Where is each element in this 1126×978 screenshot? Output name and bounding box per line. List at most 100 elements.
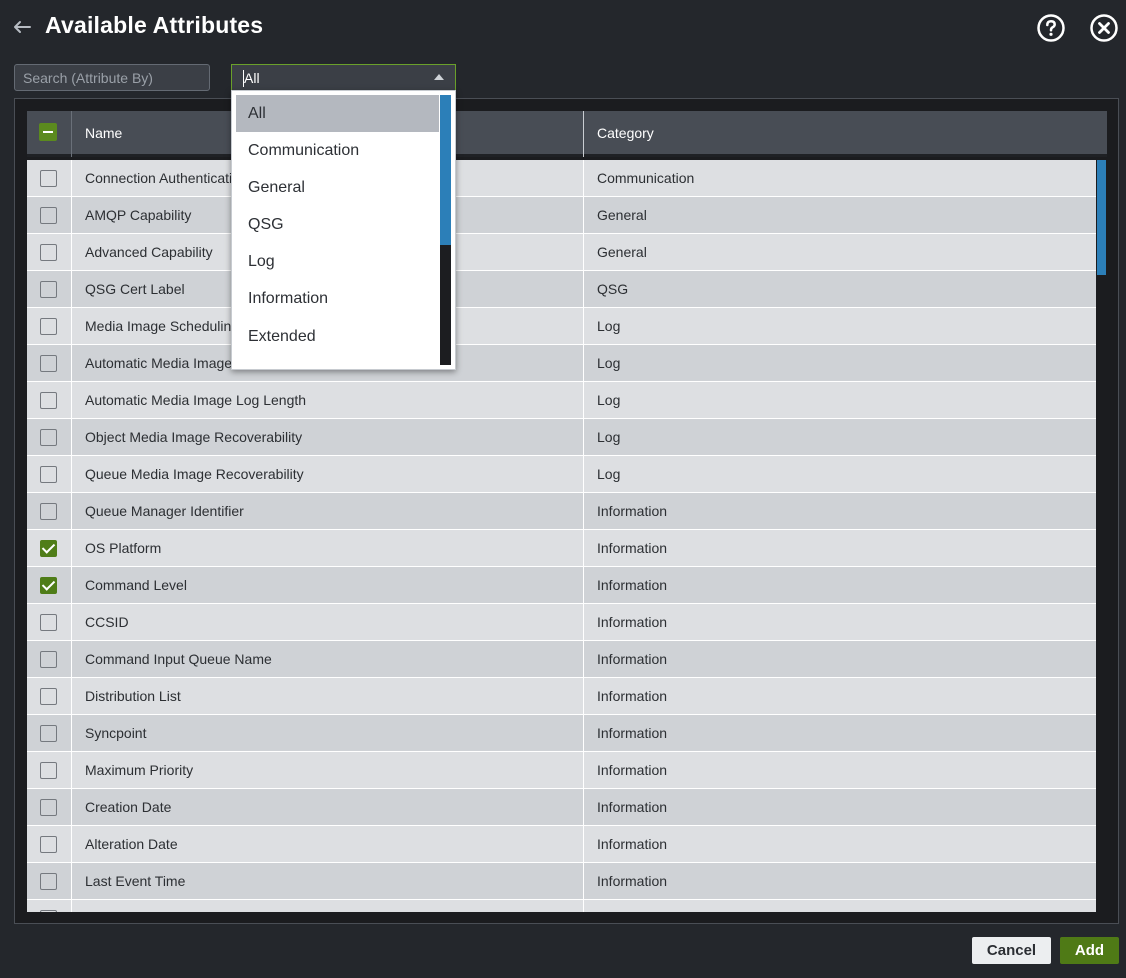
column-divider bbox=[583, 493, 584, 530]
cell-name: Queue Media Image Recoverability bbox=[85, 466, 304, 482]
scrollbar-thumb[interactable] bbox=[1097, 160, 1106, 275]
cell-category: Log bbox=[597, 355, 621, 371]
table-row[interactable]: Media Image Scheduling Log bbox=[27, 308, 1096, 345]
cell-category: Information bbox=[597, 799, 668, 815]
column-divider bbox=[71, 234, 72, 271]
row-checkbox[interactable] bbox=[40, 355, 57, 372]
row-checkbox[interactable] bbox=[40, 910, 57, 912]
cell-category: Information bbox=[597, 614, 668, 630]
row-checkbox[interactable] bbox=[40, 318, 57, 335]
cell-name: Automatic Media Image Log Length bbox=[85, 392, 307, 408]
dropdown-option-communication[interactable]: Communication bbox=[236, 132, 439, 169]
column-divider bbox=[71, 308, 72, 345]
column-divider bbox=[71, 197, 72, 234]
table-row[interactable]: Alteration Date Information bbox=[27, 826, 1096, 863]
row-checkbox[interactable] bbox=[40, 281, 57, 298]
dropdown-option-all[interactable]: All bbox=[236, 95, 439, 132]
row-checkbox[interactable] bbox=[40, 540, 57, 557]
cancel-button[interactable]: Cancel bbox=[972, 937, 1051, 964]
table-row[interactable]: Information bbox=[27, 900, 1096, 912]
row-checkbox[interactable] bbox=[40, 688, 57, 705]
row-checkbox[interactable] bbox=[40, 392, 57, 409]
table-row[interactable]: Automatic Media Image Log Length Log bbox=[27, 382, 1096, 419]
table-row[interactable]: Last Event Time Information bbox=[27, 863, 1096, 900]
dropdown-option-log[interactable]: Log bbox=[236, 243, 439, 280]
table-row[interactable]: Connection Authentication Communication bbox=[27, 160, 1096, 197]
row-checkbox[interactable] bbox=[40, 429, 57, 446]
row-checkbox[interactable] bbox=[40, 577, 57, 594]
row-checkbox[interactable] bbox=[40, 466, 57, 483]
column-divider bbox=[583, 234, 584, 271]
text-cursor bbox=[243, 70, 244, 87]
column-divider bbox=[583, 308, 584, 345]
row-checkbox[interactable] bbox=[40, 614, 57, 631]
column-divider bbox=[583, 641, 584, 678]
cell-name: Alteration Date bbox=[85, 836, 178, 852]
column-header-category[interactable]: Category bbox=[597, 125, 654, 141]
table-row[interactable]: Creation Date Information bbox=[27, 789, 1096, 826]
row-checkbox[interactable] bbox=[40, 725, 57, 742]
dropdown-option-information[interactable]: Information bbox=[236, 280, 439, 317]
table-row[interactable]: Object Media Image Recoverability Log bbox=[27, 419, 1096, 456]
cell-category: Information bbox=[597, 688, 668, 704]
row-checkbox[interactable] bbox=[40, 873, 57, 890]
cell-category: General bbox=[597, 244, 647, 260]
attributes-table: Name Category Connection Authentication C… bbox=[14, 98, 1119, 924]
dropdown-scrollbar[interactable] bbox=[440, 95, 451, 365]
table-row[interactable]: OS Platform Information bbox=[27, 530, 1096, 567]
table-row[interactable]: QSG Cert Label QSG bbox=[27, 271, 1096, 308]
column-header-name[interactable]: Name bbox=[85, 125, 122, 141]
table-row[interactable]: Distribution List Information bbox=[27, 678, 1096, 715]
search-input[interactable] bbox=[14, 64, 210, 91]
dropdown-option-general[interactable]: General bbox=[236, 169, 439, 206]
cell-name: Syncpoint bbox=[85, 725, 147, 741]
table-row[interactable]: Command Level Information bbox=[27, 567, 1096, 604]
cell-category: Information bbox=[597, 540, 668, 556]
cell-category: Log bbox=[597, 392, 621, 408]
dropdown-option-extended[interactable]: Extended bbox=[236, 318, 439, 355]
row-checkbox[interactable] bbox=[40, 836, 57, 853]
question-circle-icon[interactable] bbox=[1036, 13, 1066, 43]
table-row[interactable]: Queue Media Image Recoverability Log bbox=[27, 456, 1096, 493]
table-row[interactable]: Maximum Priority Information bbox=[27, 752, 1096, 789]
column-divider bbox=[71, 530, 72, 567]
caret-up-icon bbox=[434, 74, 444, 80]
column-divider bbox=[583, 826, 584, 863]
column-divider bbox=[71, 271, 72, 308]
table-row[interactable]: Queue Manager Identifier Information bbox=[27, 493, 1096, 530]
row-checkbox[interactable] bbox=[40, 762, 57, 779]
row-checkbox[interactable] bbox=[40, 651, 57, 668]
table-row[interactable]: Automatic Media Image Log bbox=[27, 345, 1096, 382]
column-divider bbox=[583, 345, 584, 382]
column-divider bbox=[583, 160, 584, 197]
table-row[interactable]: Syncpoint Information bbox=[27, 715, 1096, 752]
column-divider bbox=[71, 567, 72, 604]
table-scrollbar[interactable] bbox=[1096, 160, 1107, 912]
row-checkbox[interactable] bbox=[40, 244, 57, 261]
table-body: Connection Authentication Communication AM… bbox=[27, 160, 1107, 912]
table-row[interactable]: CCSID Information bbox=[27, 604, 1096, 641]
column-divider bbox=[583, 789, 584, 826]
dropdown-option-qsg[interactable]: QSG bbox=[236, 206, 439, 243]
table-row[interactable]: Command Input Queue Name Information bbox=[27, 641, 1096, 678]
filter-selected-value: All bbox=[244, 70, 260, 86]
close-circle-icon[interactable] bbox=[1089, 13, 1119, 43]
row-checkbox[interactable] bbox=[40, 799, 57, 816]
cell-name: Advanced Capability bbox=[85, 244, 213, 260]
row-checkbox[interactable] bbox=[40, 503, 57, 520]
cell-name: Object Media Image Recoverability bbox=[85, 429, 303, 445]
column-divider bbox=[71, 826, 72, 863]
row-checkbox[interactable] bbox=[40, 207, 57, 224]
add-button[interactable]: Add bbox=[1060, 937, 1119, 964]
row-checkbox[interactable] bbox=[40, 170, 57, 187]
cell-category: Information bbox=[597, 503, 668, 519]
table-row[interactable]: AMQP Capability General bbox=[27, 197, 1096, 234]
cell-name: Maximum Priority bbox=[85, 762, 194, 778]
category-filter-select[interactable]: All bbox=[231, 64, 456, 91]
arrow-left-icon[interactable] bbox=[11, 16, 33, 38]
column-divider bbox=[71, 345, 72, 382]
dropdown-scrollbar-thumb[interactable] bbox=[440, 95, 451, 245]
table-row[interactable]: Advanced Capability General bbox=[27, 234, 1096, 271]
select-all-checkbox[interactable] bbox=[39, 123, 57, 141]
cell-name: Last Event Time bbox=[85, 873, 186, 889]
